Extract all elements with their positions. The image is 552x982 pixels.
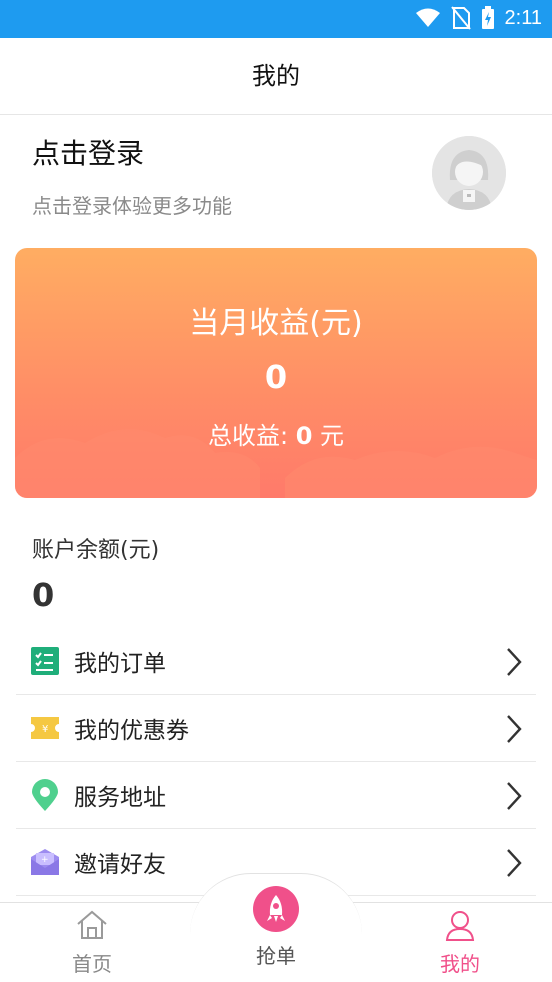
total-earnings-unit: 元: [312, 422, 345, 450]
menu-item-label: 邀请好友: [74, 852, 166, 878]
svg-text:+: +: [41, 855, 49, 865]
tab-home-label: 首页: [72, 952, 112, 976]
chevron-right-icon: [507, 715, 522, 743]
month-earnings-value: 0: [264, 358, 288, 396]
menu-item-label: 我的优惠券: [74, 718, 189, 744]
total-earnings-prefix: 总收益:: [207, 422, 296, 450]
earnings-card: 当月收益(元) 0 总收益: 0 元: [15, 248, 537, 498]
page-title: 我的: [0, 38, 552, 115]
login-prompt[interactable]: 点击登录 点击登录体验更多功能: [32, 132, 232, 219]
menu-list: 我的订单 ¥ 我的优惠券 服务地址 + 邀请好友: [16, 628, 536, 896]
menu-item-coupons[interactable]: ¥ 我的优惠券: [16, 695, 536, 762]
tab-grab-order[interactable]: 抢单: [236, 885, 316, 969]
tab-mine-label: 我的: [440, 952, 480, 976]
bottom-tab-bar: 首页 抢单 我的: [0, 873, 552, 982]
chevron-right-icon: [507, 782, 522, 810]
coupon-icon: ¥: [30, 713, 60, 743]
tab-home[interactable]: 首页: [62, 909, 122, 977]
menu-item-label: 服务地址: [74, 785, 166, 811]
login-title[interactable]: 点击登录: [32, 132, 232, 172]
total-earnings: 总收益: 0 元: [15, 416, 537, 451]
default-avatar-icon: [432, 136, 506, 210]
home-icon: [77, 910, 107, 939]
account-balance: 账户余额(元) 0: [32, 532, 159, 614]
balance-value: 0: [32, 576, 55, 614]
clock-time: 2:11: [504, 6, 542, 29]
wifi-icon: [415, 8, 440, 27]
svg-text:¥: ¥: [42, 724, 48, 735]
chevron-right-icon: [507, 648, 522, 676]
battery-charging-icon: [481, 6, 494, 29]
status-bar: 2:11: [0, 0, 552, 38]
tab-mine[interactable]: 我的: [430, 909, 490, 977]
menu-item-orders[interactable]: 我的订单: [16, 628, 536, 695]
location-pin-icon: [30, 779, 60, 811]
menu-item-address[interactable]: 服务地址: [16, 762, 536, 829]
menu-item-label: 我的订单: [74, 651, 166, 677]
rocket-icon: [253, 886, 299, 932]
balance-label: 账户余额(元): [32, 538, 160, 563]
month-earnings-label: 当月收益(元): [189, 306, 363, 341]
avatar[interactable]: [432, 136, 506, 210]
tab-grab-label: 抢单: [256, 944, 296, 968]
chevron-right-icon: [507, 849, 522, 877]
login-subtitle: 点击登录体验更多功能: [32, 194, 232, 218]
user-icon: [445, 911, 475, 941]
invite-envelope-icon: +: [30, 847, 60, 877]
order-list-icon: [30, 646, 60, 676]
no-sim-icon: [450, 6, 471, 30]
total-earnings-value: 0: [295, 422, 313, 450]
